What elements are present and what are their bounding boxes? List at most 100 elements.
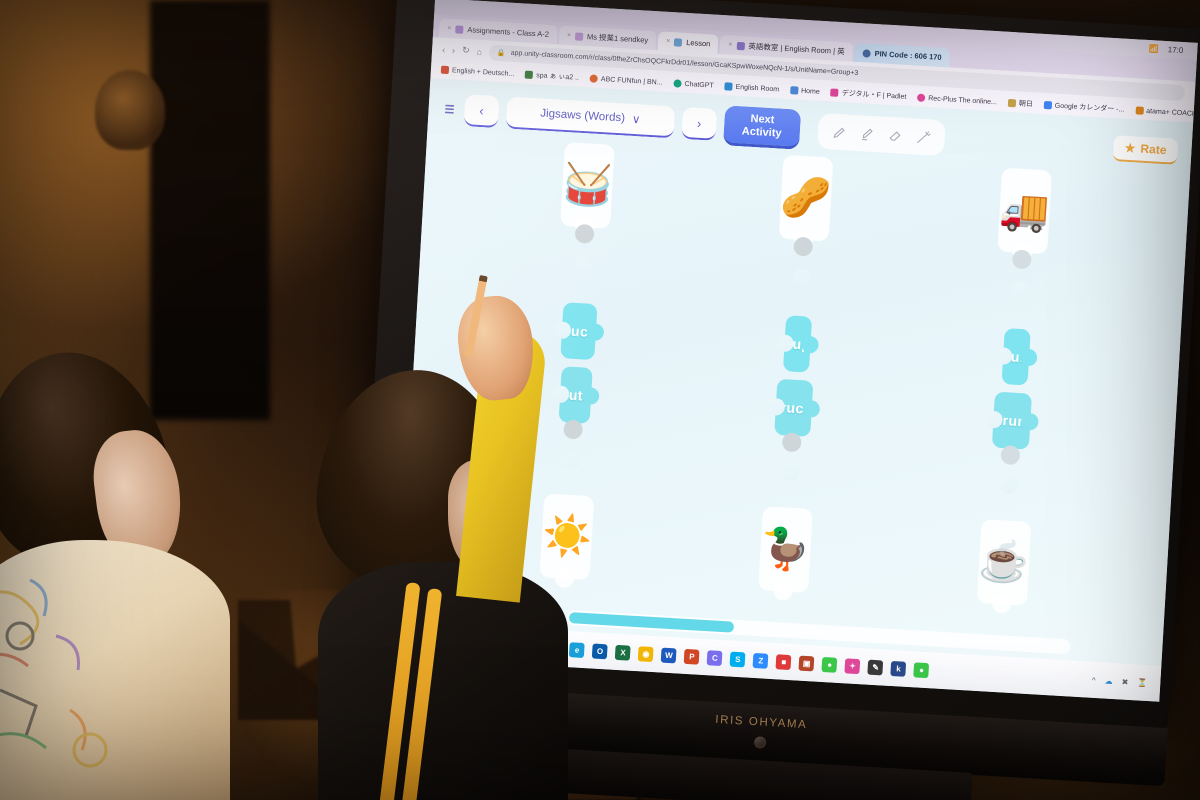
- line-icon[interactable]: ●: [913, 661, 930, 678]
- close-icon[interactable]: ×: [567, 32, 571, 39]
- power-led-icon: [753, 736, 767, 749]
- bookmark-label: Google カレンダー -...: [1054, 102, 1125, 114]
- screenshot-stage: 📶 17:0 × Assignments - Class A-2 × Ms 授業…: [0, 0, 1200, 800]
- duck-image-card[interactable]: 🦆: [758, 506, 813, 593]
- pdf-reader-icon[interactable]: ■: [775, 653, 792, 670]
- bookmark-item-atama-coach[interactable]: atama+ COACH: [1135, 106, 1197, 118]
- truck-image-card[interactable]: 🚚: [997, 167, 1052, 255]
- room-shelf-object: [95, 70, 165, 150]
- word-icon[interactable]: W: [661, 647, 677, 663]
- word-tile-truck[interactable]: truck: [774, 378, 814, 437]
- favicon-icon: [674, 37, 683, 47]
- word-tile-nuts[interactable]: nuts: [558, 366, 593, 424]
- reload-icon[interactable]: ↻: [462, 45, 470, 56]
- next-activity-button[interactable]: Next Activity: [722, 105, 802, 150]
- folder-icon: [1007, 98, 1017, 108]
- child-left-shirt-pattern: [0, 578, 108, 768]
- bookmark-label: atama+ COACH: [1146, 107, 1198, 118]
- notes-app-icon[interactable]: ✎: [867, 659, 884, 676]
- empty-puzzle-slot[interactable]: [799, 246, 804, 309]
- back-icon[interactable]: ‹: [442, 44, 446, 54]
- word-tile-drum[interactable]: drum: [992, 391, 1032, 450]
- bookmark-folder[interactable]: 朝日: [1007, 98, 1034, 109]
- target-icon: [862, 48, 871, 58]
- empty-puzzle-slot[interactable]: [1017, 258, 1022, 321]
- atama-icon: [1135, 106, 1144, 115]
- bookmark-item-gcal[interactable]: Google カレンダー -...: [1043, 100, 1125, 115]
- bookmark-label: English + Deutsch...: [451, 66, 515, 78]
- powerpoint-icon[interactable]: P: [684, 648, 700, 665]
- pin-code-label: PIN Code : 606 170: [874, 48, 942, 62]
- close-icon[interactable]: ×: [728, 41, 732, 48]
- bookmark-item-recplus[interactable]: Rec-Plus The online...: [917, 93, 997, 107]
- activity-select-label: Jigsaws (Words): [539, 107, 626, 125]
- close-icon[interactable]: ×: [666, 38, 670, 45]
- outlook-icon[interactable]: O: [592, 643, 609, 659]
- next-activity-arrow-button[interactable]: ›: [681, 106, 718, 141]
- drum-image-card[interactable]: 🥁: [560, 142, 616, 229]
- pencil-icon[interactable]: [831, 124, 847, 140]
- cup-image-card[interactable]: ☕: [976, 519, 1032, 606]
- rate-button[interactable]: ★ Rate: [1112, 135, 1179, 165]
- empty-puzzle-slot[interactable]: [1006, 454, 1011, 517]
- bookmark-item-home[interactable]: Home: [789, 86, 820, 96]
- bookmark-item[interactable]: ABC FUNfun | BN...: [589, 74, 663, 86]
- bookmark-item[interactable]: spa ぁ ぃa2 ..: [525, 70, 579, 83]
- tab-label: Assignments - Class A-2: [467, 25, 550, 39]
- copilot-icon[interactable]: C: [706, 649, 723, 666]
- bookmark-favicon-icon: [917, 93, 926, 103]
- chevron-down-icon: ∨: [631, 113, 641, 127]
- sun-icon: ☀️: [541, 513, 594, 561]
- forward-icon[interactable]: ›: [452, 45, 456, 55]
- laser-pointer-icon[interactable]: [915, 129, 931, 145]
- word-tile-duck[interactable]: duck: [560, 302, 598, 361]
- empty-puzzle-slot[interactable]: [581, 233, 585, 296]
- bookmark-favicon-icon: [525, 70, 534, 80]
- zoom-icon[interactable]: Z: [752, 652, 769, 669]
- eraser-icon[interactable]: [887, 127, 903, 143]
- activity-select[interactable]: Jigsaws (Words) ∨: [505, 96, 676, 139]
- sun-image-card[interactable]: ☀️: [539, 493, 595, 581]
- chatgpt-icon: [673, 79, 682, 88]
- excel-icon[interactable]: X: [615, 644, 631, 661]
- onedrive-icon[interactable]: ☁: [1104, 676, 1113, 685]
- clock-icon[interactable]: ⏳: [1137, 678, 1147, 688]
- rate-label: Rate: [1140, 141, 1167, 158]
- cup-icon: ☕: [977, 538, 1030, 586]
- nuts-icon: 🥜: [779, 174, 833, 222]
- close-icon[interactable]: ×: [447, 25, 451, 32]
- previous-activity-button[interactable]: ‹: [463, 94, 500, 129]
- hamburger-menu-icon[interactable]: ☰: [442, 102, 457, 116]
- bookmark-item[interactable]: English + Deutsch...: [440, 65, 515, 78]
- word-tile-cup[interactable]: cup: [782, 315, 813, 373]
- photo-app-icon[interactable]: ▣: [798, 655, 815, 671]
- bookmark-label: Home: [800, 87, 820, 96]
- bookmark-item-chatgpt[interactable]: ChatGPT: [673, 79, 714, 89]
- bookmark-item-english-room[interactable]: English Room: [724, 82, 779, 93]
- jigsaw-column: 🚚 sun drum ☕: [949, 166, 1078, 607]
- highlighter-icon[interactable]: [859, 126, 875, 142]
- close-overlay-icon[interactable]: ✖: [1121, 677, 1128, 686]
- browser-tab-active[interactable]: × Lesson: [657, 31, 719, 54]
- line-works-icon[interactable]: ●: [821, 656, 838, 673]
- empty-puzzle-slot[interactable]: [788, 441, 792, 504]
- bookmark-item-padlet[interactable]: デジタル・F | Padlet: [830, 87, 906, 101]
- room-doorway: [150, 0, 270, 420]
- nuts-image-card[interactable]: 🥜: [778, 154, 834, 242]
- bookmark-label: ChatGPT: [684, 80, 714, 90]
- display-brand-label: IRIS OHYAMA: [714, 713, 808, 732]
- empty-puzzle-slot[interactable]: [569, 429, 574, 491]
- wifi-icon: 📶: [1148, 43, 1160, 54]
- bookmark-favicon-icon: [589, 74, 599, 83]
- word-tile-sun[interactable]: sun: [1001, 328, 1031, 386]
- tab-label: 英語教室 | English Room | 英: [748, 41, 845, 57]
- drum-icon: 🥁: [561, 162, 614, 209]
- skype-icon[interactable]: S: [729, 651, 746, 667]
- chrome-icon[interactable]: ◉: [638, 645, 654, 662]
- show-hidden-icons-icon[interactable]: ^: [1092, 675, 1096, 684]
- star-app-icon[interactable]: ✦: [844, 657, 861, 674]
- edge-icon[interactable]: e: [569, 641, 586, 658]
- home-icon[interactable]: ⌂: [476, 46, 482, 56]
- tab-label: Lesson: [685, 37, 711, 49]
- kindle-icon[interactable]: k: [890, 660, 907, 677]
